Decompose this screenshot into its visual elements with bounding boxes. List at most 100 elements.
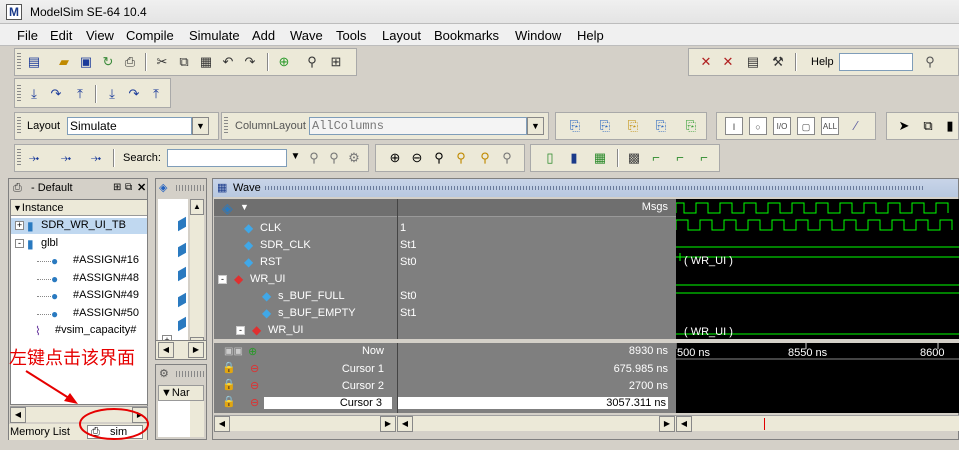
chevron-down-icon[interactable]: ▼: [192, 117, 209, 135]
panel-grip[interactable]: [176, 185, 204, 191]
scroll-up-icon[interactable]: ▲: [190, 199, 204, 215]
tree-item[interactable]: ● #ASSIGN#50: [11, 306, 147, 322]
tab-memory-list[interactable]: Memory List: [10, 426, 70, 438]
signal-row[interactable]: - ◆ WR_UI: [214, 272, 397, 288]
values-hscrollbar[interactable]: ◀ ▶: [397, 415, 676, 432]
break-icon[interactable]: ✕: [697, 53, 715, 71]
wave-shape-1-icon[interactable]: ▯: [541, 149, 559, 167]
scroll-left-icon[interactable]: ◀: [397, 416, 413, 432]
save-icon[interactable]: ▣: [77, 53, 95, 71]
cut-icon[interactable]: ✂: [153, 53, 171, 71]
chevron-down-icon[interactable]: ▼: [527, 117, 544, 135]
document-icon[interactable]: ▤: [744, 53, 762, 71]
open-folder-icon[interactable]: ▰: [55, 53, 73, 71]
collapse-icon[interactable]: -: [218, 275, 227, 284]
format-io-icon[interactable]: I/O: [773, 117, 791, 135]
signal-row[interactable]: ◆ s_BUF_FULL: [214, 289, 397, 305]
menu-tools[interactable]: Tools: [336, 28, 366, 43]
menu-simulate[interactable]: Simulate: [189, 28, 240, 43]
menu-window[interactable]: Window: [515, 28, 561, 43]
tool-icon[interactable]: ⚒: [769, 53, 787, 71]
add-cursor-icon[interactable]: ⊕: [248, 345, 257, 358]
cursor-label[interactable]: Cursor 1: [274, 363, 384, 375]
tree-item[interactable]: - ▮ glbl: [11, 236, 147, 252]
tree-item[interactable]: + ▮ SDR_WR_UI_TB: [11, 218, 147, 234]
cursor-label[interactable]: Cursor 3: [264, 397, 392, 409]
collapse-icon[interactable]: -: [236, 326, 245, 335]
wave-shape-6-icon[interactable]: ⌐: [671, 149, 689, 167]
step-icon[interactable]: ⤓: [25, 85, 43, 103]
signal-row[interactable]: ◆ s_BUF_EMPTY: [214, 306, 397, 322]
search-next-icon[interactable]: ⚲: [325, 149, 343, 167]
scroll-left-icon[interactable]: ◀: [158, 342, 174, 358]
menu-view[interactable]: View: [86, 28, 114, 43]
zoom-cursor-icon[interactable]: ⚲: [452, 149, 470, 167]
edit-mode-icon[interactable]: ▮: [941, 117, 959, 135]
format-box-icon[interactable]: ▢: [797, 117, 815, 135]
cursor-lock-icon[interactable]: 🔒: [222, 361, 236, 374]
menu-add[interactable]: Add: [252, 28, 275, 43]
wave-export-icon[interactable]: ⎘: [682, 117, 700, 135]
time-axis-pane[interactable]: 500 ns 8550 ns 8600: [675, 343, 959, 413]
step-out-back-icon[interactable]: ⤒: [147, 85, 165, 103]
objects-hscrollbar[interactable]: ◀ ▶: [155, 340, 207, 360]
reload-icon[interactable]: ↻: [99, 53, 117, 71]
tree-item[interactable]: ● #ASSIGN#48: [11, 271, 147, 287]
step-back-icon[interactable]: ⤓: [103, 85, 121, 103]
scroll-right-icon[interactable]: ▶: [380, 416, 396, 432]
tab-sim[interactable]: ⎙ sim: [87, 425, 143, 439]
layout-select[interactable]: Simulate: [67, 117, 192, 135]
toolbar-grip[interactable]: [17, 53, 21, 71]
wave-hscrollbar[interactable]: ◀: [676, 415, 959, 432]
format-line-icon[interactable]: I: [725, 117, 743, 135]
scroll-right-icon[interactable]: ▶: [132, 407, 148, 423]
dock-icon[interactable]: ⊞: [113, 179, 121, 197]
expand-icon[interactable]: +: [15, 221, 24, 230]
processes-vscrollbar[interactable]: [190, 401, 204, 437]
help-search-input[interactable]: [839, 53, 913, 71]
step-over-back-icon[interactable]: ↷: [125, 85, 143, 103]
cursor-lock-icon[interactable]: 🔒: [222, 378, 236, 391]
format-circle-icon[interactable]: ○: [749, 117, 767, 135]
scroll-left-icon[interactable]: ◀: [676, 416, 692, 432]
tree-item[interactable]: ⌇ #vsim_capacity#: [11, 323, 147, 339]
redo-icon[interactable]: ↷: [241, 53, 259, 71]
wave-shape-5-icon[interactable]: ⌐: [647, 149, 665, 167]
signal-row[interactable]: - ◆ WR_UI: [214, 323, 397, 339]
toolbar-grip[interactable]: [17, 149, 21, 167]
menu-compile[interactable]: Compile: [126, 28, 174, 43]
pointer-icon[interactable]: ➤: [895, 117, 913, 135]
signal-group-icon[interactable]: ◈: [222, 200, 233, 217]
break-all-icon[interactable]: ✕: [719, 53, 737, 71]
print-icon[interactable]: ⎙: [121, 53, 139, 71]
tree-icon[interactable]: ⊞: [327, 53, 345, 71]
insert-breakpoint-icon[interactable]: ⤞: [87, 149, 105, 167]
column-layout-select[interactable]: AllColumns: [309, 117, 527, 135]
menu-help[interactable]: Help: [577, 28, 604, 43]
menu-wave[interactable]: Wave: [290, 28, 323, 43]
format-clear-icon[interactable]: ⁄: [847, 117, 865, 135]
cursor-label[interactable]: Cursor 2: [274, 380, 384, 392]
scroll-left-icon[interactable]: ◀: [10, 407, 26, 423]
insert-signal-icon[interactable]: ⤞: [25, 149, 43, 167]
menu-file[interactable]: File: [17, 28, 38, 43]
help-search-icon[interactable]: ⚲: [921, 53, 939, 71]
search-input[interactable]: [167, 149, 287, 167]
wave-delete-icon[interactable]: ⎘: [596, 117, 614, 135]
delete-cursor-icon[interactable]: ⊖: [250, 379, 259, 392]
menu-bookmarks[interactable]: Bookmarks: [434, 28, 499, 43]
toolbar-grip[interactable]: [17, 85, 21, 103]
delete-cursor-icon[interactable]: ⊖: [250, 362, 259, 375]
waveform-canvas[interactable]: ( WR_UI ) ( WR_UI ): [675, 199, 959, 339]
chevron-down-icon[interactable]: ▼: [287, 149, 304, 167]
close-icon[interactable]: ✕: [137, 179, 146, 197]
panel-grip[interactable]: [176, 371, 204, 377]
new-file-icon[interactable]: ▤: [25, 53, 43, 71]
processes-column-header[interactable]: ▼Nar: [158, 385, 204, 401]
zoom-full-icon[interactable]: ⚲: [430, 149, 448, 167]
search-options-icon[interactable]: ⚙: [345, 149, 363, 167]
menu-edit[interactable]: Edit: [50, 28, 72, 43]
cursor-lock-icon[interactable]: 🔒: [222, 395, 236, 408]
insert-wave-icon[interactable]: ⎘: [566, 117, 584, 135]
wave-shape-2-icon[interactable]: ▮: [565, 149, 583, 167]
